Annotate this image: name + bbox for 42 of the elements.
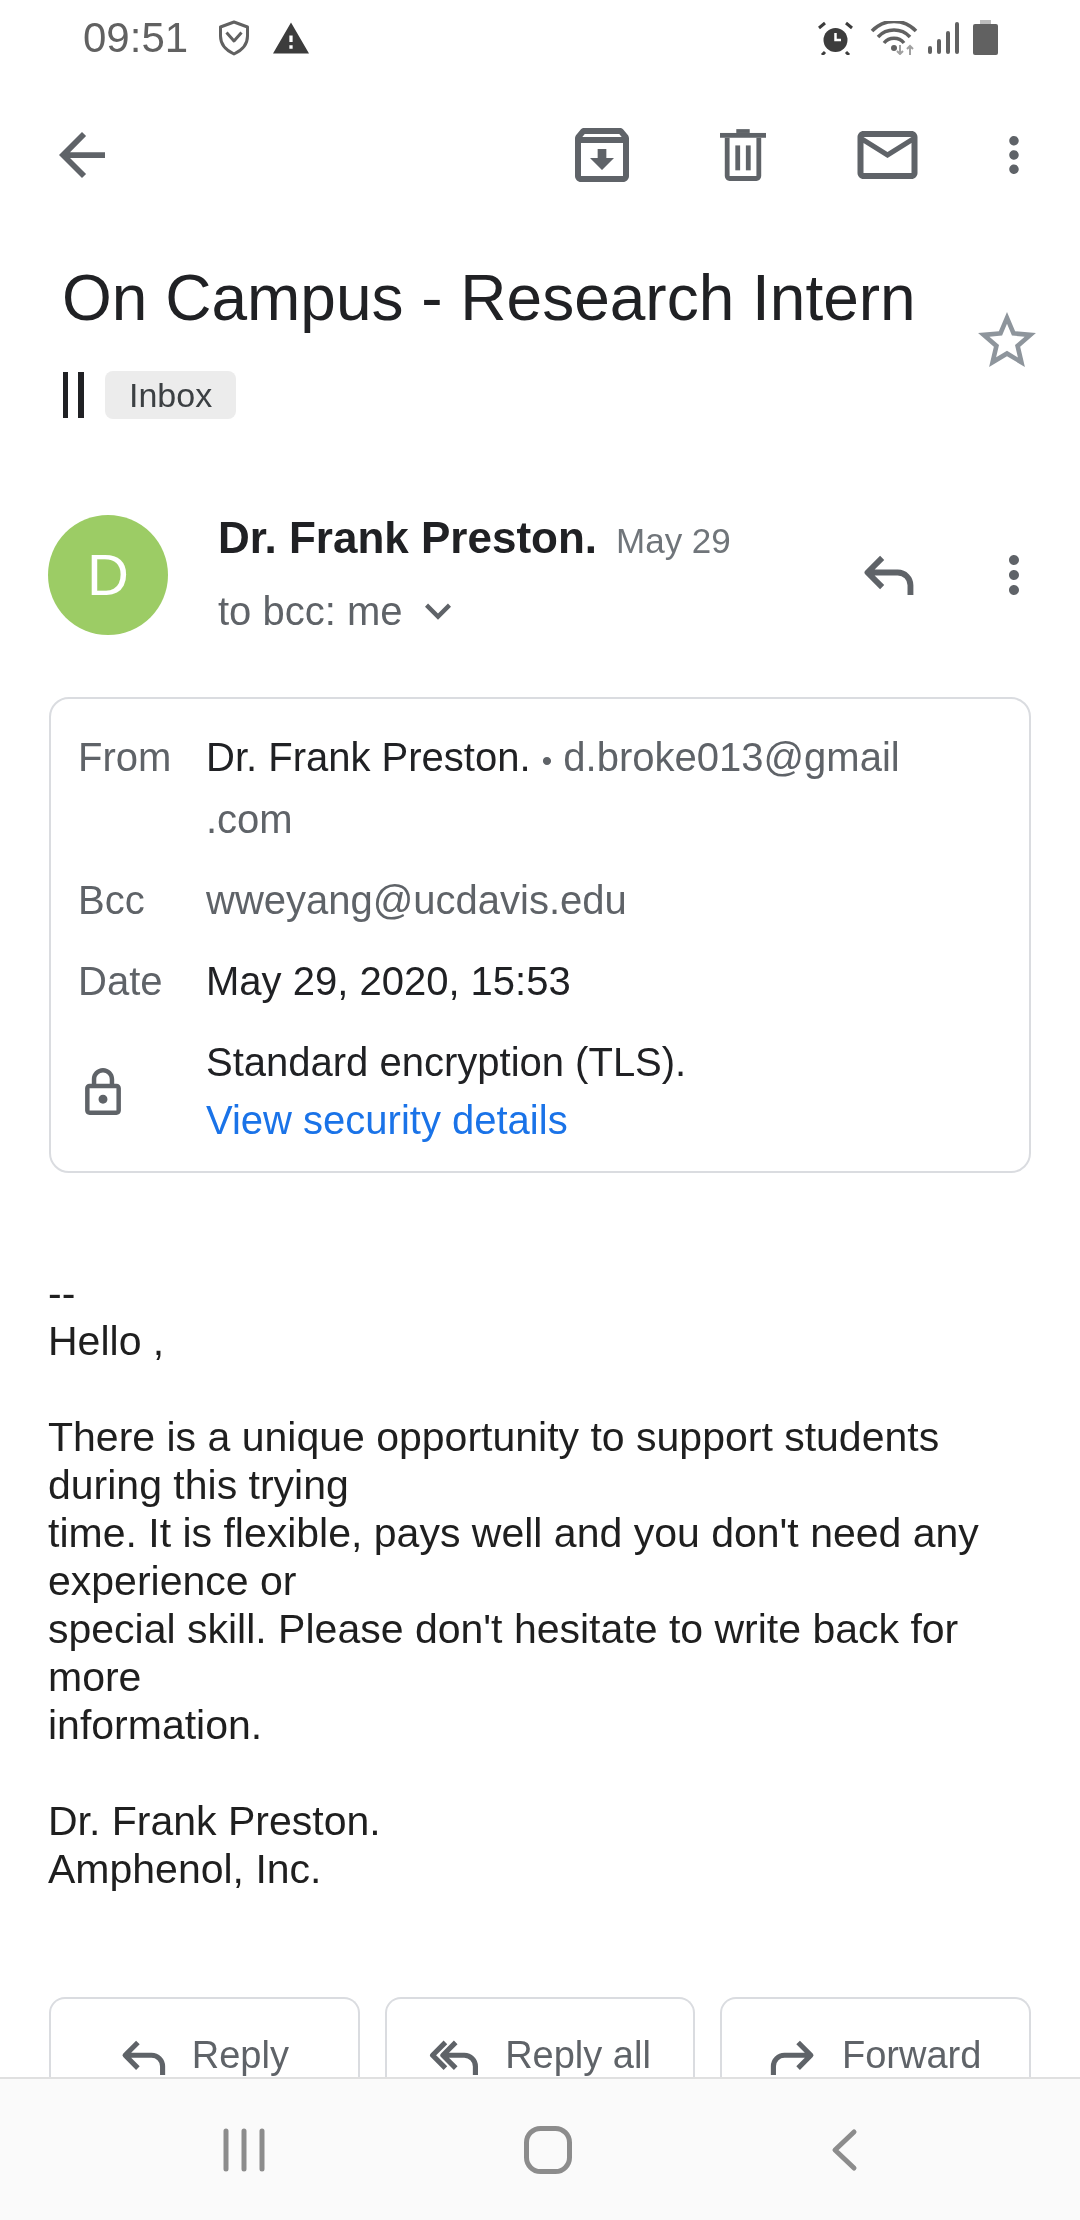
email-subject: On Campus - Research Intern — [62, 261, 916, 336]
recent-apps-icon[interactable] — [222, 2127, 266, 2172]
wifi-icon — [870, 20, 918, 55]
warning-icon — [273, 21, 310, 54]
sender-address: Dr. Frank Preston. • d.broke013@gmail.com — [206, 734, 901, 843]
star-icon[interactable] — [978, 312, 1036, 367]
home-icon[interactable] — [524, 2125, 572, 2174]
forward-arrow-icon — [770, 2039, 816, 2075]
battery-icon — [973, 20, 998, 55]
field-value: May 29, 2020, 15:53 — [206, 958, 571, 1005]
body-paragraph: There is a unique opportunity to support students during this trying time. It is flexible, pays well and you don't need any experience or special skill. Please don't hesitate to write back for more information. — [48, 1413, 980, 1749]
field-label: Date — [78, 958, 163, 1005]
double-bar-icon — [62, 372, 85, 418]
forward-button[interactable]: Forward — [720, 1997, 1031, 2077]
reply-button[interactable]: Reply — [49, 1997, 360, 2077]
signal-bars-icon — [928, 21, 959, 54]
shield-icon — [218, 19, 251, 56]
trash-icon[interactable] — [720, 128, 766, 182]
field-value: wweyang@ucdavis.edu — [206, 877, 627, 924]
alarm-clock-icon — [817, 20, 854, 55]
encryption-status: Standard encryption (TLS). — [206, 1039, 687, 1086]
reply-arrow-icon[interactable] — [861, 554, 915, 595]
archive-icon[interactable] — [575, 128, 629, 182]
recipients-toggle[interactable]: to bcc: me — [218, 585, 403, 637]
security-details-link[interactable]: View security details — [206, 1091, 568, 1149]
label-chip: Inbox — [105, 371, 237, 419]
body-paragraph: -- Hello , — [48, 1269, 165, 1365]
more-options-icon[interactable] — [1009, 136, 1019, 174]
message-date: May 29 — [616, 520, 731, 562]
field-label: Bcc — [78, 877, 145, 924]
back-icon[interactable] — [830, 2127, 858, 2172]
sender-name: Dr. Frank Preston. — [218, 512, 597, 564]
sender-avatar: D — [48, 514, 168, 635]
field-label: From — [78, 734, 172, 781]
body-paragraph: Dr. Frank Preston. Amphenol, Inc. — [48, 1797, 381, 1893]
reply-all-button[interactable]: Reply all — [384, 1997, 696, 2077]
lock-icon — [85, 1067, 121, 1115]
reply-all-arrow-icon — [429, 2039, 480, 2075]
chevron-down-icon[interactable] — [424, 602, 451, 620]
back-arrow-icon[interactable] — [59, 132, 105, 178]
mail-icon[interactable] — [857, 131, 918, 179]
status-time: 09:51 — [83, 13, 189, 62]
